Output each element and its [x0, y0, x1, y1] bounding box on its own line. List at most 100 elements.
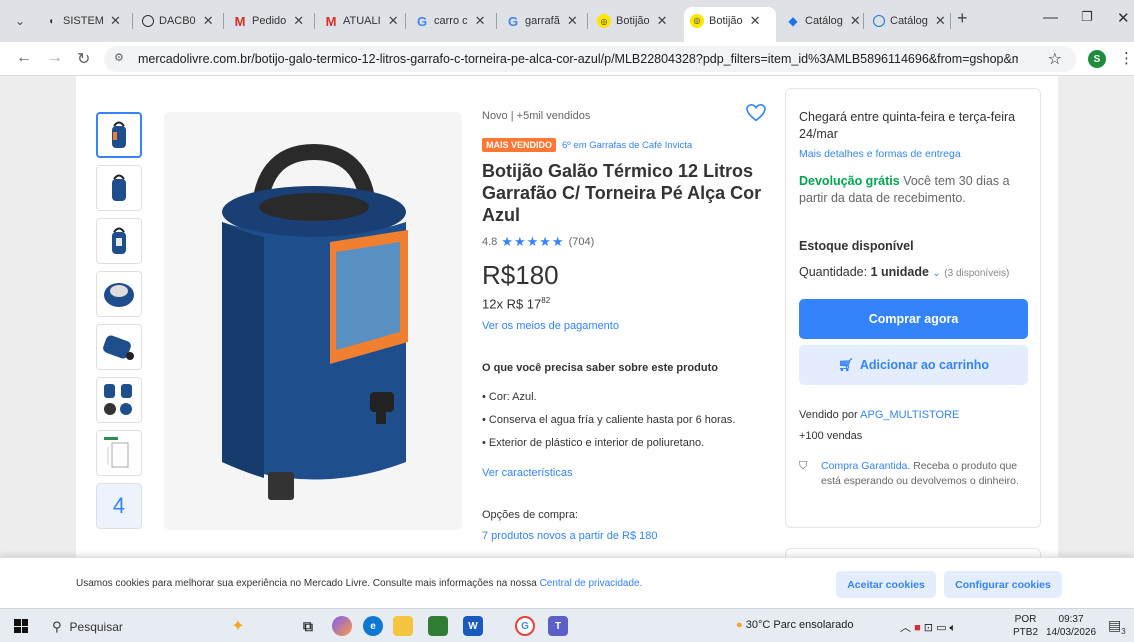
- tab-active[interactable]: ◎ Botijão ✕: [684, 7, 776, 42]
- tab-9[interactable]: ◆ Catálog ✕: [780, 8, 867, 34]
- teams-icon[interactable]: T: [548, 616, 568, 636]
- url-text[interactable]: mercadolivre.com.br/botijo-galo-termico-…: [138, 52, 1018, 66]
- language-indicator[interactable]: POR PTB2: [1013, 613, 1038, 639]
- forward-icon[interactable]: →: [47, 49, 63, 67]
- close-tab-icon[interactable]: ✕: [567, 13, 578, 29]
- date: 14/03/2026: [1046, 627, 1097, 638]
- configure-cookies-button[interactable]: Configurar cookies: [944, 571, 1062, 598]
- quantity-value[interactable]: 1 unidade: [871, 265, 929, 279]
- close-tab-icon[interactable]: ✕: [850, 13, 861, 29]
- quantity-selector[interactable]: Quantidade: 1 unidade ⌄ (3 disponíveis): [799, 264, 1031, 282]
- back-icon[interactable]: ←: [16, 49, 32, 67]
- favorite-heart-icon[interactable]: [746, 103, 766, 127]
- battery-icon[interactable]: ▭: [936, 622, 946, 634]
- store-icon[interactable]: [428, 616, 448, 636]
- new-tab-button[interactable]: +: [957, 8, 968, 29]
- chevron-up-icon[interactable]: ︿: [900, 622, 911, 634]
- guarantee-link[interactable]: Compra Garantida.: [821, 460, 910, 472]
- word-icon[interactable]: W: [463, 616, 483, 636]
- sold-by-label: Vendido por: [799, 409, 861, 421]
- copilot-sparkle-icon[interactable]: ✦: [228, 616, 248, 636]
- close-tab-icon[interactable]: ✕: [935, 13, 946, 29]
- tab-favicon-icon: ◖: [47, 15, 55, 27]
- close-tab-icon[interactable]: ✕: [657, 13, 668, 29]
- tab-search-icon[interactable]: ⌄: [8, 10, 32, 32]
- edge-icon[interactable]: e: [363, 616, 383, 636]
- bookmark-star-icon[interactable]: ☆: [1048, 49, 1062, 69]
- close-window-icon[interactable]: ✕: [1117, 9, 1130, 27]
- accept-cookies-button[interactable]: Aceitar cookies: [836, 571, 936, 598]
- keyboard-layout: PTB2: [1013, 627, 1039, 638]
- rating-row[interactable]: 4.8 ★★★★★ (704): [482, 234, 594, 250]
- tab-10[interactable]: Catálog ✕: [867, 8, 952, 34]
- see-features-link[interactable]: Ver características: [482, 467, 572, 479]
- privacy-center-link[interactable]: Central de privacidade.: [540, 578, 643, 589]
- delivery-details-link[interactable]: Mais detalhes e formas de entrega: [799, 148, 961, 160]
- app-tray-icon[interactable]: ■: [914, 622, 921, 634]
- purchase-options-link[interactable]: 7 produtos novos a partir de R$ 180: [482, 530, 658, 542]
- chevron-down-icon[interactable]: ⌄: [932, 268, 940, 279]
- thumbnail-5[interactable]: [96, 324, 142, 370]
- main-product-image[interactable]: [164, 112, 462, 530]
- reload-icon[interactable]: ↻: [77, 49, 90, 69]
- payment-methods-link[interactable]: Ver os meios de pagamento: [482, 320, 619, 332]
- taskbar-search[interactable]: ⚲ Pesquisar: [44, 615, 250, 639]
- close-tab-icon[interactable]: ✕: [110, 13, 121, 29]
- site-info-icon[interactable]: ⚙: [114, 51, 124, 64]
- close-tab-icon[interactable]: ✕: [475, 13, 486, 29]
- gmail-icon: M: [234, 13, 246, 29]
- free-return-label[interactable]: Devolução grátis: [799, 174, 900, 188]
- close-tab-icon[interactable]: ✕: [750, 13, 761, 29]
- tab-title: Pedido: [252, 15, 287, 27]
- thumbnail-list: 4: [96, 112, 142, 536]
- close-tab-icon[interactable]: ✕: [293, 13, 304, 29]
- purchase-options-label: Opções de compra:: [482, 509, 578, 521]
- thumbnail-2[interactable]: [96, 165, 142, 211]
- task-view-icon[interactable]: ⧉: [298, 616, 318, 636]
- seller-link[interactable]: APG_MULTISTORE: [860, 409, 959, 421]
- windows-start-icon[interactable]: [14, 619, 28, 633]
- tab-1[interactable]: ◖ SISTEM ✕: [38, 8, 127, 34]
- network-icon[interactable]: ⊡: [924, 622, 933, 634]
- quantity-available: (3 disponíveis): [944, 268, 1010, 279]
- buy-box: Chegará entre quinta-feira e terça-feira…: [785, 88, 1041, 528]
- minimize-icon[interactable]: —: [1043, 9, 1058, 26]
- tab-4[interactable]: M ATUALI ✕: [318, 8, 405, 34]
- tab-6[interactable]: G garrafã ✕: [500, 8, 584, 34]
- close-tab-icon[interactable]: ✕: [388, 13, 399, 29]
- tab-3[interactable]: M Pedido ✕: [227, 8, 310, 34]
- page-scrollbar[interactable]: [1128, 76, 1134, 557]
- browser-toolbar: ← → ↻ ⚙ mercadolivre.com.br/botijo-galo-…: [0, 42, 1134, 76]
- tab-5[interactable]: G carro c ✕: [409, 8, 492, 34]
- close-tab-icon[interactable]: ✕: [203, 13, 214, 29]
- category-rank-link[interactable]: 6º em Garrafas de Café Invicta: [562, 140, 692, 151]
- thumbnail-4[interactable]: [96, 271, 142, 317]
- thumbnail-3[interactable]: [96, 218, 142, 264]
- browser-menu-icon[interactable]: ⋮: [1119, 49, 1134, 67]
- volume-icon[interactable]: 🔈︎: [950, 622, 957, 634]
- features-heading: O que você precisa saber sobre este prod…: [482, 362, 718, 374]
- tab-7[interactable]: ◎ Botijão ✕: [591, 8, 674, 34]
- restore-icon[interactable]: ❐: [1081, 9, 1093, 25]
- weather-widget[interactable]: ● 30°C Parc ensolarado: [736, 619, 853, 631]
- bestseller-badge: MAIS VENDIDO: [482, 138, 557, 152]
- more-images-thumbnail[interactable]: 4: [96, 483, 142, 529]
- tab-2[interactable]: DACB0 ✕: [136, 8, 220, 34]
- profile-avatar[interactable]: S: [1088, 50, 1106, 68]
- notification-icon[interactable]: ▤3: [1108, 617, 1126, 636]
- product-title: Botijão Galão Térmico 12 Litros Garrafão…: [482, 161, 762, 225]
- buy-now-button[interactable]: Comprar agora: [799, 299, 1028, 339]
- copilot-icon[interactable]: [332, 616, 352, 636]
- cart-icon: 🛒︎: [837, 357, 854, 372]
- thumbnail-1[interactable]: [96, 112, 142, 158]
- chrome-icon[interactable]: G: [515, 616, 535, 636]
- thumbnail-6[interactable]: [96, 377, 142, 423]
- tab-title: carro c: [434, 15, 468, 27]
- system-tray[interactable]: ︿ ■ ⊡ ▭ 🔈︎: [900, 619, 956, 635]
- file-explorer-icon[interactable]: [393, 616, 413, 636]
- purchase-guarantee: Compra Garantida. Receba o produto que e…: [821, 459, 1026, 489]
- thumbnail-7[interactable]: [96, 430, 142, 476]
- address-bar[interactable]: ⚙ mercadolivre.com.br/botijo-galo-termic…: [104, 46, 1076, 72]
- add-to-cart-button[interactable]: 🛒︎ Adicionar ao carrinho: [799, 345, 1028, 385]
- clock[interactable]: 09:37 14/03/2026: [1046, 613, 1096, 639]
